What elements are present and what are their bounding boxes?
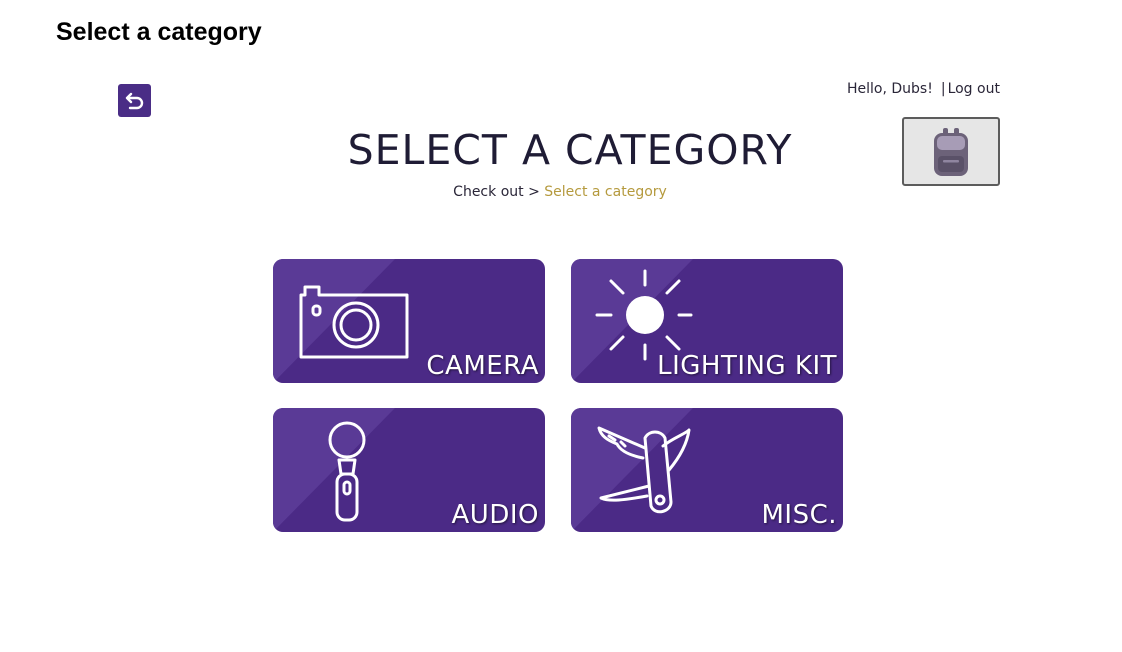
- category-tile-lighting-kit[interactable]: LIGHTING KIT: [571, 259, 843, 383]
- logout-link[interactable]: Log out: [948, 81, 1000, 97]
- breadcrumb: Check out > Select a category: [380, 184, 740, 200]
- backpack-button[interactable]: [902, 117, 1000, 186]
- user-bar: Hello, Dubs! | Log out: [847, 81, 1000, 97]
- tile-label-lighting-kit: LIGHTING KIT: [657, 351, 837, 381]
- category-tile-audio[interactable]: AUDIO: [273, 408, 545, 532]
- user-bar-separator: |: [940, 81, 946, 97]
- microphone-icon: [328, 421, 366, 522]
- tile-label-audio: AUDIO: [451, 500, 539, 530]
- back-button[interactable]: [118, 84, 151, 117]
- undo-arrow-icon: [125, 92, 143, 109]
- backpack-icon: [934, 127, 968, 176]
- pocket-knife-icon: [597, 426, 691, 514]
- breadcrumb-parent[interactable]: Check out: [453, 184, 523, 200]
- breadcrumb-divider: >: [528, 184, 540, 200]
- breadcrumb-current: Select a category: [544, 184, 667, 200]
- tile-label-misc: MISC.: [761, 500, 837, 530]
- camera-icon: [299, 285, 409, 359]
- user-greeting: Hello, Dubs!: [847, 81, 933, 97]
- category-tile-camera[interactable]: CAMERA: [273, 259, 545, 383]
- tile-label-camera: CAMERA: [426, 351, 539, 381]
- page-heading: SELECT A CATEGORY: [347, 126, 793, 174]
- slide-title: Select a category: [56, 18, 262, 46]
- sun-icon: [595, 269, 693, 361]
- category-tile-misc[interactable]: MISC.: [571, 408, 843, 532]
